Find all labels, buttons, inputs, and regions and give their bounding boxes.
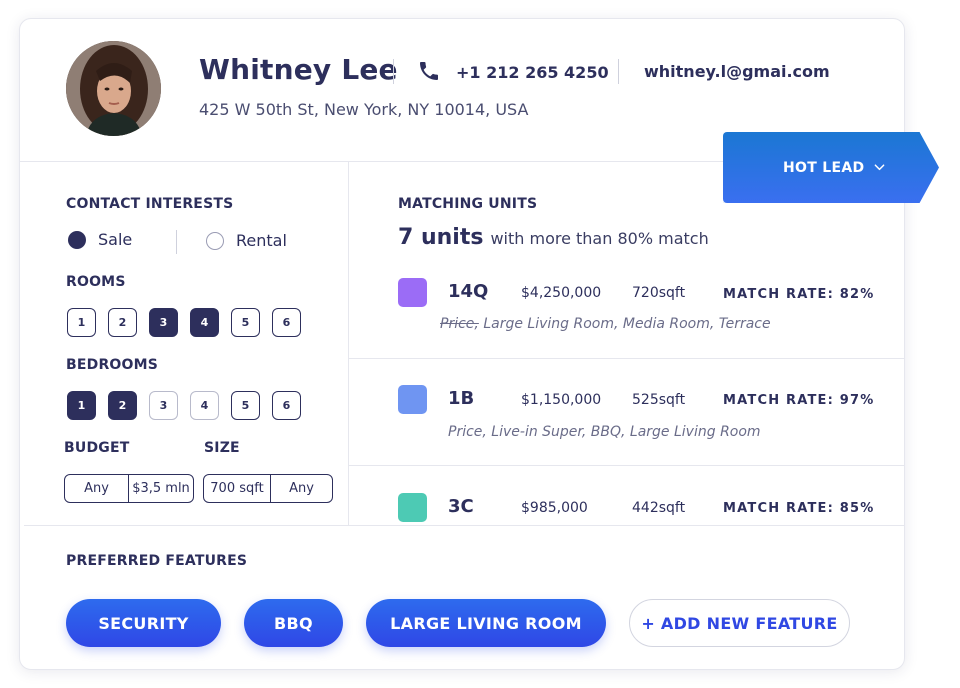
unit-feature-unmatched: Price,: [440, 316, 479, 332]
feature-pill-security[interactable]: SECURITY: [66, 599, 221, 647]
size-range: 700 sqft Any: [203, 474, 333, 503]
radio-selected-icon: [68, 230, 86, 249]
units-count: 7 units: [398, 225, 484, 250]
match-rate-value: 85%: [839, 501, 875, 516]
size-label: SIZE: [204, 440, 240, 456]
unit-id: 14Q: [448, 281, 489, 302]
contact-email[interactable]: whitney.l@gmai.com: [644, 62, 830, 81]
preferred-features-label: PREFERRED FEATURES: [66, 553, 248, 569]
radio-unselected-icon: [206, 231, 224, 250]
size-min-field[interactable]: 700 sqft: [204, 475, 270, 502]
bedroom-chip[interactable]: 4: [190, 391, 219, 420]
match-rate-label: MATCH RATE:: [723, 287, 835, 302]
room-chip[interactable]: 4: [190, 308, 219, 337]
room-chip[interactable]: 5: [231, 308, 260, 337]
unit-price: $985,000: [521, 500, 588, 516]
match-rate-label: MATCH RATE:: [723, 501, 835, 516]
header-divider: [393, 59, 394, 84]
budget-max-field[interactable]: $3,5 mln: [128, 475, 193, 502]
match-rate-value: 82%: [839, 287, 875, 302]
unit-id: 1B: [448, 388, 475, 409]
unit-size: 720sqft: [632, 285, 686, 301]
bedroom-chip[interactable]: 1: [67, 391, 96, 420]
radio-sale[interactable]: Sale: [68, 230, 132, 249]
rooms-selector: 1 2 3 4 5 6: [67, 308, 301, 337]
unit-size: 442sqft: [632, 500, 686, 516]
bedroom-chip[interactable]: 5: [231, 391, 260, 420]
bedroom-chip[interactable]: 6: [272, 391, 301, 420]
matching-summary: 7 units with more than 80% match: [398, 225, 709, 250]
unit-size: 525sqft: [632, 392, 686, 408]
contact-card: Whitney Lee 425 W 50th St, New York, NY …: [19, 18, 905, 670]
bedroom-chip[interactable]: 3: [149, 391, 178, 420]
unit-features: Price, Live-in Super, BBQ, Large Living …: [448, 424, 761, 440]
radio-sale-label: Sale: [98, 230, 133, 249]
unit-price: $1,150,000: [521, 392, 602, 408]
unit-feature-list: Large Living Room, Media Room, Terrace: [483, 316, 771, 332]
unit-id: 3C: [448, 496, 474, 517]
unit-separator: [349, 358, 904, 359]
match-rate-value: 97%: [839, 393, 875, 408]
room-chip[interactable]: 6: [272, 308, 301, 337]
rooms-label: ROOMS: [66, 274, 126, 290]
column-divider: [348, 161, 349, 525]
unit-color-swatch: [398, 493, 427, 522]
bedrooms-label: BEDROOMS: [66, 357, 159, 373]
unit-match-rate: MATCH RATE: 97%: [723, 393, 874, 408]
features-separator: [24, 525, 904, 526]
contact-interests-label: CONTACT INTERESTS: [66, 196, 234, 212]
unit-separator: [349, 465, 904, 466]
bedroom-chip[interactable]: 2: [108, 391, 137, 420]
lead-status-label: HOT LEAD: [783, 159, 865, 176]
chevron-down-icon: [875, 164, 885, 171]
feature-pill-bbq[interactable]: BBQ: [244, 599, 343, 647]
budget-min-field[interactable]: Any: [65, 475, 128, 502]
contact-name: Whitney Lee: [199, 53, 398, 86]
matching-units-label: MATCHING UNITS: [398, 196, 538, 212]
contact-phone[interactable]: +1 212 265 4250: [456, 63, 609, 82]
unit-features: Price, Large Living Room, Media Room, Te…: [440, 316, 771, 332]
budget-range: Any $3,5 mln: [64, 474, 194, 503]
room-chip[interactable]: 3: [149, 308, 178, 337]
radio-rental[interactable]: Rental: [206, 231, 287, 250]
unit-match-rate: MATCH RATE: 82%: [723, 287, 874, 302]
lead-status-dropdown[interactable]: HOT LEAD: [723, 132, 939, 203]
radio-divider: [176, 230, 177, 254]
feature-pill-large-living-room[interactable]: LARGE LIVING ROOM: [366, 599, 606, 647]
budget-label: BUDGET: [64, 440, 130, 456]
unit-color-swatch: [398, 385, 427, 414]
unit-match-rate: MATCH RATE: 85%: [723, 501, 874, 516]
unit-price: $4,250,000: [521, 285, 602, 301]
unit-color-swatch: [398, 278, 427, 307]
phone-icon[interactable]: [417, 59, 441, 83]
bedrooms-selector: 1 2 3 4 5 6: [67, 391, 301, 420]
contact-address: 425 W 50th St, New York, NY 10014, USA: [199, 100, 529, 119]
avatar: [66, 41, 161, 136]
match-rate-label: MATCH RATE:: [723, 393, 835, 408]
radio-rental-label: Rental: [236, 231, 287, 250]
size-max-field[interactable]: Any: [270, 475, 332, 502]
room-chip[interactable]: 1: [67, 308, 96, 337]
header-divider: [618, 59, 619, 84]
add-feature-button[interactable]: + ADD NEW FEATURE: [629, 599, 850, 647]
avatar-image: [66, 41, 161, 136]
room-chip[interactable]: 2: [108, 308, 137, 337]
units-subtitle: with more than 80% match: [490, 229, 709, 248]
